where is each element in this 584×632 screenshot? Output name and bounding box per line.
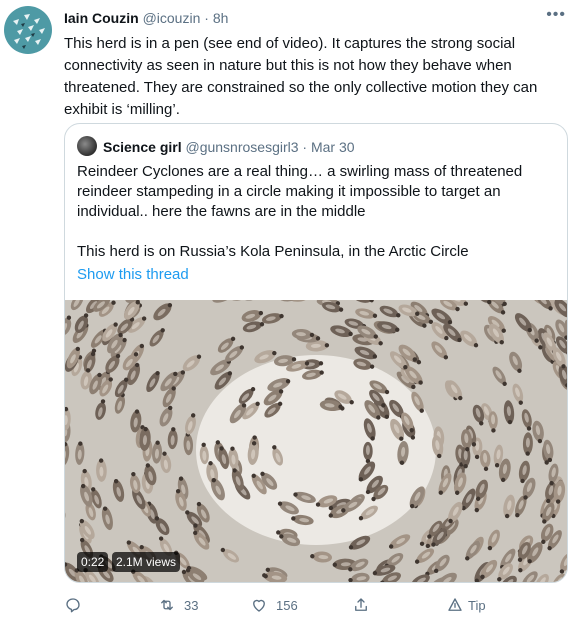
tweet-text: This herd is in a pen (see end of video)… xyxy=(64,35,538,118)
heart-icon xyxy=(253,599,265,612)
show-this-thread-link[interactable]: Show this thread xyxy=(77,266,189,283)
author-handle[interactable]: @icouzin xyxy=(143,10,201,26)
quoted-tweet-header: Science girl @gunsnrosesgirl3 · Mar 30 xyxy=(103,138,355,156)
tweet-actions: 33 156 Tip xyxy=(64,596,564,618)
retweet-button[interactable]: 33 xyxy=(158,596,198,614)
author-name[interactable]: Iain Couzin xyxy=(64,10,139,26)
tip-button[interactable]: Tip xyxy=(446,596,486,614)
fish-school-avatar-image xyxy=(13,14,45,49)
reply-icon xyxy=(66,598,80,613)
tweet[interactable]: Iain Couzin @icouzin · 8h ••• This herd … xyxy=(0,0,584,632)
share-button[interactable] xyxy=(352,596,378,614)
video-duration-badge: 0:22 xyxy=(77,552,109,572)
header-separator: · xyxy=(204,10,209,26)
reindeer-herd-video-frame xyxy=(65,300,567,582)
quoted-author-name: Science girl xyxy=(103,139,182,155)
share-icon xyxy=(355,598,367,611)
retweet-count: 33 xyxy=(184,597,199,613)
quoted-text-paragraph-2: This herd is on Russia’s Kola Peninsula,… xyxy=(77,243,469,260)
quoted-tweet[interactable]: Science girl @gunsnrosesgirl3 · Mar 30 R… xyxy=(64,123,568,583)
quoted-tweet-date: Mar 30 xyxy=(310,139,355,155)
quoted-text-paragraph-1: Reindeer Cyclones are a real thing… a sw… xyxy=(77,163,523,220)
reply-button[interactable] xyxy=(64,596,90,614)
retweet-icon xyxy=(161,599,173,611)
quoted-author-avatar xyxy=(77,136,97,156)
video-views-badge: 2.1M views xyxy=(112,552,181,572)
like-button[interactable]: 156 xyxy=(250,596,298,614)
video-player[interactable]: 0:22 2.1M views xyxy=(65,300,567,582)
more-horizontal-icon[interactable]: ••• xyxy=(546,6,566,24)
tweet-timestamp[interactable]: 8h xyxy=(213,10,229,26)
quoted-tweet-text: Reindeer Cyclones are a real thing… a sw… xyxy=(77,162,557,262)
like-count: 156 xyxy=(276,597,298,613)
tweet-header: Iain Couzin @icouzin · 8h xyxy=(64,9,228,27)
tip-icon xyxy=(448,598,462,611)
tip-label: Tip xyxy=(468,597,486,613)
quoted-header-separator: · xyxy=(302,139,308,155)
quoted-author-handle: @gunsnrosesgirl3 xyxy=(185,139,299,155)
author-avatar[interactable] xyxy=(4,6,52,54)
